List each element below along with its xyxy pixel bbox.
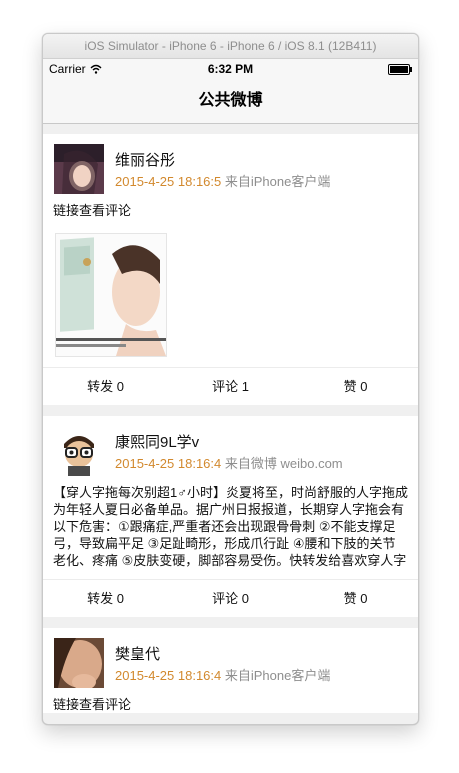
comment-button[interactable]: 评论 1 [168,368,293,405]
post-actions: 转发 0 评论 0 赞 0 [43,579,418,617]
post-time: 2015-4-25 18:16:4 [115,668,222,683]
post-meta: 2015-4-25 18:16:4 来自iPhone客户端 [115,665,330,684]
post-card[interactable]: 康熙同9L学v 2015-4-25 18:16:4 来自微博 weibo.com… [43,416,418,617]
nav-title: 公共微博 [43,79,418,124]
like-button[interactable]: 赞 0 [293,580,418,617]
post-header: 康熙同9L学v 2015-4-25 18:16:4 来自微博 weibo.com [43,416,418,478]
simulator-window: iOS Simulator - iPhone 6 - iPhone 6 / iO… [42,33,419,725]
post-time: 2015-4-25 18:16:5 [115,174,222,189]
post-card[interactable]: 维丽谷彤 2015-4-25 18:16:5 来自iPhone客户端 链接查看评… [43,134,418,405]
repost-button[interactable]: 转发 0 [43,368,168,405]
repost-button[interactable]: 转发 0 [43,580,168,617]
comment-button[interactable]: 评论 0 [168,580,293,617]
post-source: 来自微博 weibo.com [221,456,343,471]
post-header: 维丽谷彤 2015-4-25 18:16:5 来自iPhone客户端 [43,134,418,196]
post-card[interactable]: 樊皇代 2015-4-25 18:16:4 来自iPhone客户端 链接查看评论 [43,628,418,713]
avatar[interactable] [54,144,104,194]
post-meta: 2015-4-25 18:16:5 来自iPhone客户端 [115,171,330,190]
battery-icon [388,64,412,75]
status-time: 6:32 PM [207,62,254,76]
user-name[interactable]: 康熙同9L学v [115,431,199,452]
user-name[interactable]: 樊皇代 [115,643,160,664]
like-button[interactable]: 赞 0 [293,368,418,405]
user-name[interactable]: 维丽谷彤 [115,149,175,170]
post-text: 链接查看评论 [53,203,132,218]
post-image[interactable] [55,233,167,357]
weibo-feed[interactable]: 维丽谷彤 2015-4-25 18:16:5 来自iPhone客户端 链接查看评… [43,124,418,724]
post-text: 【穿人字拖每次别超1♂小时】炎夏将至，时尚舒服的人字拖成为年轻人夏日必备单品。据… [53,485,408,568]
post-header: 樊皇代 2015-4-25 18:16:4 来自iPhone客户端 [43,628,418,690]
post-meta: 2015-4-25 18:16:4 来自微博 weibo.com [115,453,343,472]
status-bar: Carrier 6:32 PM [43,59,418,79]
avatar[interactable] [54,638,104,688]
post-actions: 转发 0 评论 1 赞 0 [43,367,418,405]
avatar[interactable] [54,426,104,476]
simulator-title: iOS Simulator - iPhone 6 - iPhone 6 / iO… [43,34,418,59]
post-source: 来自iPhone客户端 [221,668,331,683]
post-time: 2015-4-25 18:16:4 [115,456,222,471]
post-source: 来自iPhone客户端 [221,174,331,189]
post-text: 链接查看评论 [53,697,132,712]
